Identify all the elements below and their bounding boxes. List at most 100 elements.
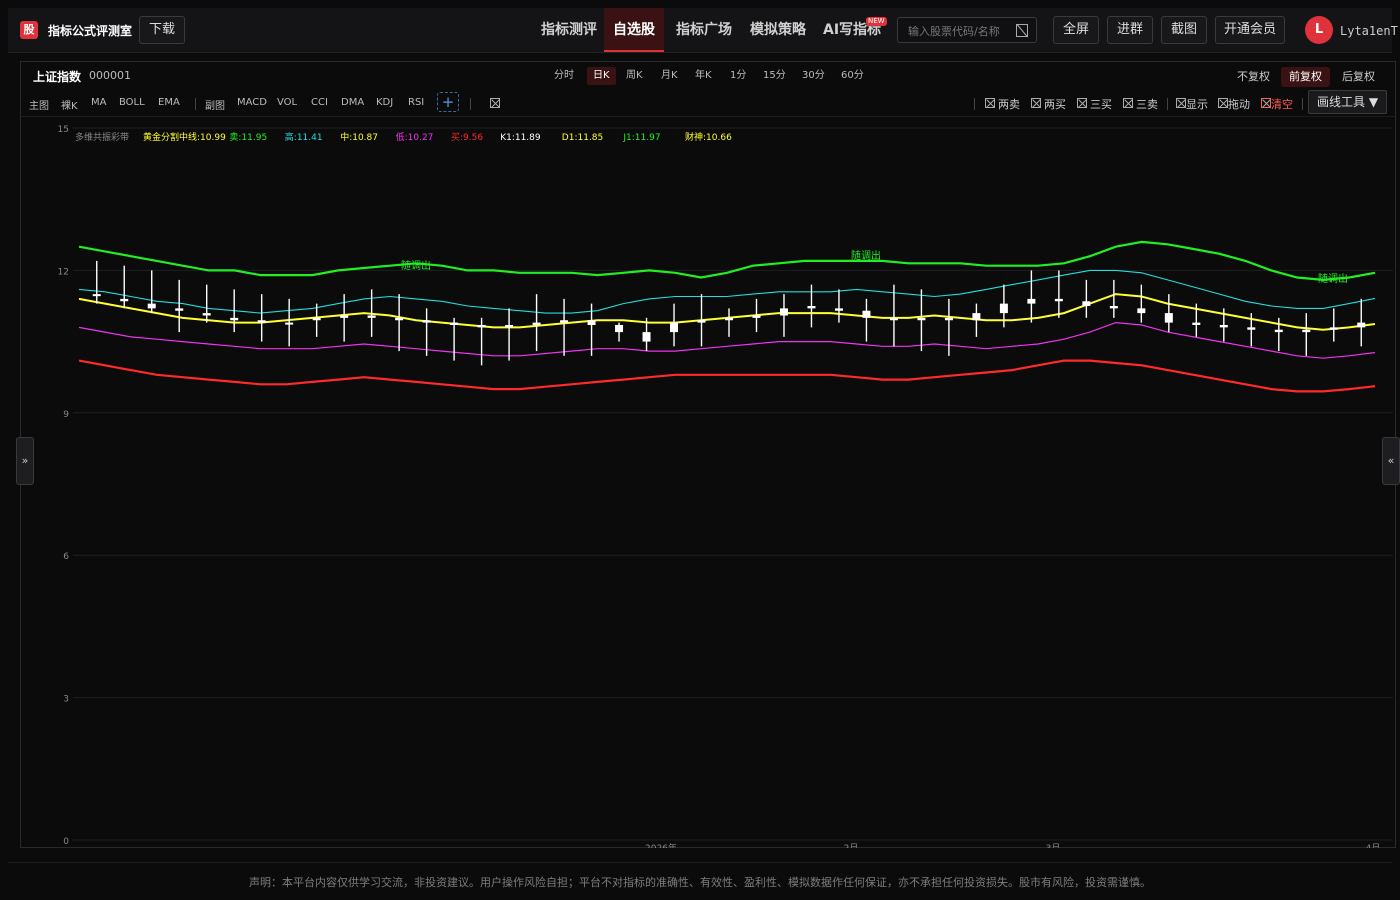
checkbox-icon[interactable] xyxy=(1031,98,1041,108)
join-group-button[interactable]: 进群 xyxy=(1107,16,1153,44)
candle-body xyxy=(725,317,733,321)
vip-button[interactable]: 开通会员 xyxy=(1215,16,1285,44)
legend-item: 中:10.87 xyxy=(340,131,378,143)
low-line xyxy=(78,321,1376,359)
period-yearly[interactable]: 年K xyxy=(689,67,718,85)
nav-indicator-review[interactable]: 指标测评 xyxy=(541,8,597,52)
tool-two-buy[interactable]: 两买 xyxy=(1044,96,1066,112)
divider xyxy=(1302,98,1303,110)
adjust-none[interactable]: 不复权 xyxy=(1229,67,1278,87)
top-bar: 股 指标公式评测室 下载 指标测评 自选股 指标广场 模拟策略 AI写指标 NE… xyxy=(8,8,1398,53)
tool-clear[interactable]: 清空 xyxy=(1271,96,1293,112)
candle-body xyxy=(1247,327,1256,330)
nav-watchlist[interactable]: 自选股 xyxy=(604,8,664,52)
divider xyxy=(1167,98,1168,110)
main-ind-naked-k[interactable]: 裸K xyxy=(61,97,78,112)
candle-body xyxy=(587,320,596,325)
sell-line xyxy=(78,240,1376,282)
tool-display[interactable]: 显示 xyxy=(1186,96,1208,112)
expand-right-icon[interactable]: « xyxy=(1382,437,1400,485)
chart-panel: 上证指数 000001 分时 日K 周K 月K 年K 1分 15分 30分 60… xyxy=(20,61,1396,848)
draw-tools-dropdown[interactable]: 画线工具 ▼ xyxy=(1308,90,1387,114)
main-ind-ema[interactable]: EMA xyxy=(158,97,180,108)
screenshot-button[interactable]: 截图 xyxy=(1161,16,1207,44)
y-tick-label: 3 xyxy=(63,695,69,705)
nav-ai-indicator[interactable]: AI写指标 xyxy=(823,8,881,52)
y-tick-label: 15 xyxy=(58,125,69,135)
sub-chart-label: 副图 xyxy=(205,101,225,112)
add-indicator-button[interactable]: + xyxy=(437,92,459,112)
tool-three-sell[interactable]: 三卖 xyxy=(1136,96,1158,112)
sub-ind-dma[interactable]: DMA xyxy=(341,97,364,108)
username[interactable]: Lyta1enT xyxy=(1340,24,1398,38)
fullscreen-button[interactable]: 全屏 xyxy=(1053,16,1099,44)
divider xyxy=(974,98,975,110)
tool-drag[interactable]: 拖动 xyxy=(1228,96,1250,112)
candle-body xyxy=(779,308,788,316)
candle-body xyxy=(230,317,239,321)
candle-body xyxy=(202,313,211,316)
y-tick-label: 0 xyxy=(63,837,69,847)
candle-body xyxy=(752,315,761,318)
candle-body xyxy=(670,322,679,333)
period-15min[interactable]: 15分 xyxy=(757,67,792,85)
stock-search-input[interactable]: 输入股票代码/名称 xyxy=(897,17,1037,43)
tool-two-sell[interactable]: 两卖 xyxy=(998,96,1020,112)
candle-body xyxy=(697,320,706,323)
legend-item: 卖:11.95 xyxy=(229,132,267,143)
main-ind-ma[interactable]: MA xyxy=(91,97,106,108)
candle-body xyxy=(1082,301,1091,306)
kline-chart[interactable]: 0 3 6 9 12 15 多维共振彩带 黄金分割中线:10.99 卖:11.95 高:11.41… xyxy=(21,118,1395,848)
period-30min[interactable]: 30分 xyxy=(796,67,831,85)
period-60min[interactable]: 60分 xyxy=(835,67,870,85)
legend-item: 财神:10.66 xyxy=(685,131,732,143)
indicator-toolbar: 主图 裸K MA BOLL EMA 副图 MACD VOL CCI DMA KD… xyxy=(21,90,1395,117)
divider xyxy=(195,98,196,110)
checkbox-icon[interactable] xyxy=(1261,98,1271,108)
checkbox-icon[interactable] xyxy=(1218,98,1228,108)
tool-three-buy[interactable]: 三买 xyxy=(1090,96,1112,112)
candle-body xyxy=(395,317,404,321)
adjust-forward[interactable]: 前复权 xyxy=(1281,67,1330,87)
checkbox-icon[interactable] xyxy=(1123,98,1133,108)
main-chart-label: 主图 xyxy=(29,101,49,112)
candle-body xyxy=(834,308,843,311)
candle-body xyxy=(1054,298,1063,302)
period-intraday[interactable]: 分时 xyxy=(548,67,580,85)
search-placeholder: 输入股票代码/名称 xyxy=(908,25,1000,38)
checkbox-icon[interactable] xyxy=(985,98,995,108)
period-daily[interactable]: 日K xyxy=(587,67,616,85)
period-weekly[interactable]: 周K xyxy=(620,67,649,85)
checkbox-icon[interactable] xyxy=(1176,98,1186,108)
sub-ind-macd[interactable]: MACD xyxy=(237,97,267,108)
period-monthly[interactable]: 月K xyxy=(655,67,684,85)
candle-body xyxy=(312,317,321,321)
sub-ind-vol[interactable]: VOL xyxy=(277,97,297,108)
search-icon[interactable] xyxy=(1016,24,1028,37)
legend-name: 多维共振彩带 xyxy=(75,131,129,143)
candle-body xyxy=(175,308,184,311)
y-tick-label: 9 xyxy=(63,410,69,420)
avatar[interactable]: L xyxy=(1305,16,1333,44)
main-ind-boll[interactable]: BOLL xyxy=(119,97,145,108)
nav-sim-strategy[interactable]: 模拟策略 xyxy=(750,8,806,52)
candle-body xyxy=(505,324,514,328)
candle-body xyxy=(450,322,459,325)
legend-item: 买:9.56 xyxy=(451,132,483,143)
sub-ind-rsi[interactable]: RSI xyxy=(408,97,424,108)
candle-body xyxy=(1302,329,1311,333)
sub-ind-kdj[interactable]: KDJ xyxy=(376,97,393,108)
download-button[interactable]: 下载 xyxy=(139,16,185,44)
candle-body xyxy=(1027,298,1036,304)
close-indicator-icon[interactable] xyxy=(490,98,500,108)
adjust-backward[interactable]: 后复权 xyxy=(1334,67,1383,87)
x-tick-label: 2月 xyxy=(844,843,859,848)
sub-ind-cci[interactable]: CCI xyxy=(311,97,328,108)
legend-item: J1:11.97 xyxy=(622,133,660,143)
buy-line xyxy=(78,359,1376,393)
nav-indicator-square[interactable]: 指标广场 xyxy=(676,8,732,52)
legend-item: D1:11.85 xyxy=(562,133,603,143)
period-1min[interactable]: 1分 xyxy=(724,67,752,85)
checkbox-icon[interactable] xyxy=(1077,98,1087,108)
expand-left-icon[interactable]: » xyxy=(16,437,34,485)
